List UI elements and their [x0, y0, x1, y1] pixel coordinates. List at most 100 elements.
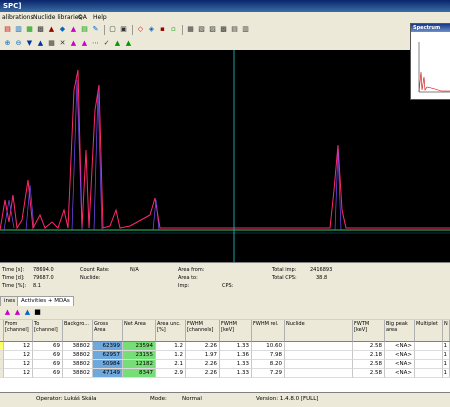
grid-e-icon[interactable]: ▤	[230, 25, 239, 34]
grid-icon[interactable]: ▦	[47, 39, 56, 48]
cell-big-peak-area[interactable]: <NA>	[385, 351, 415, 360]
col-header-nuclide[interactable]: Nuclide	[285, 320, 353, 342]
lin-icon[interactable]: ⋯	[91, 39, 100, 48]
cell-fwhm-channels[interactable]: 2.26	[186, 360, 220, 369]
spectrum-overview-window[interactable]: Spectrum	[410, 23, 450, 100]
cell-fwhm-kev[interactable]: 1.36	[220, 351, 252, 360]
table-icon[interactable]: ▤	[80, 25, 89, 34]
cell-nuclide[interactable]	[285, 369, 353, 378]
cell-from[interactable]: 12	[4, 342, 33, 351]
cell-from[interactable]: 12	[4, 369, 33, 378]
cell-big-peak-area[interactable]: <NA>	[385, 360, 415, 369]
cell-area-unc[interactable]: 2.9	[156, 369, 186, 378]
cell-fwhm-kev[interactable]: 1.33	[220, 369, 252, 378]
menu-help[interactable]: Help	[93, 14, 107, 21]
print-icon[interactable]: ▦	[25, 25, 34, 34]
cell-fwhm-rel[interactable]: 7.29	[252, 369, 285, 378]
grid-d-icon[interactable]: ▩	[219, 25, 228, 34]
grid-a-icon[interactable]: ▦	[186, 25, 195, 34]
grid-f-icon[interactable]: ▥	[241, 25, 250, 34]
fit-icon[interactable]: ✕	[58, 39, 67, 48]
paste-icon[interactable]: ▣	[119, 25, 128, 34]
cell-net-area[interactable]: 12182	[123, 360, 156, 369]
cell-n[interactable]: 1	[443, 342, 450, 351]
cell-multiplet[interactable]	[415, 342, 443, 351]
peak-remove-icon[interactable]: ▲	[13, 308, 22, 317]
cell-fwhm-channels[interactable]: 2.26	[186, 369, 220, 378]
peak-add-icon[interactable]: ▲	[3, 308, 12, 317]
cell-fwhm-rel[interactable]: 8.20	[252, 360, 285, 369]
cell-background[interactable]: 38802	[63, 369, 93, 378]
cell-area-unc[interactable]: 1.2	[156, 351, 186, 360]
copy-icon[interactable]: ▢	[108, 25, 117, 34]
cell-area-unc[interactable]: 2.1	[156, 360, 186, 369]
spectrum-plot[interactable]	[0, 50, 450, 262]
cell-gross-area[interactable]: 62399	[93, 342, 123, 351]
col-header-multiplet[interactable]: Multiplet	[415, 320, 443, 342]
cell-gross-area[interactable]: 62957	[93, 351, 123, 360]
cell-from[interactable]: 12	[4, 351, 33, 360]
arrow-down-icon[interactable]: ▼	[25, 39, 34, 48]
menu-qa[interactable]: QA	[78, 14, 87, 21]
cell-fwhm-channels[interactable]: 2.26	[186, 342, 220, 351]
col-header-net-area[interactable]: Net Area	[123, 320, 156, 342]
col-header-gross-area[interactable]: Gross Area	[93, 320, 123, 342]
cell-to[interactable]: 69	[33, 351, 63, 360]
cell-to[interactable]: 69	[33, 342, 63, 351]
cell-fwhm-kev[interactable]: 1.33	[220, 360, 252, 369]
cell-background[interactable]: 38802	[63, 360, 93, 369]
cell-net-area[interactable]: 8347	[123, 369, 156, 378]
open-icon[interactable]: ▤	[3, 25, 12, 34]
grid-c-icon[interactable]: ▨	[208, 25, 217, 34]
menu-calibrations[interactable]: alibrations	[2, 14, 34, 21]
cell-multiplet[interactable]	[415, 360, 443, 369]
cell-nuclide[interactable]	[285, 351, 353, 360]
cell-to[interactable]: 69	[33, 369, 63, 378]
cell-big-peak-area[interactable]: <NA>	[385, 369, 415, 378]
col-header-background[interactable]: Backgro...	[63, 320, 93, 342]
cell-multiplet[interactable]	[415, 369, 443, 378]
log-icon[interactable]: ▲	[80, 39, 89, 48]
col-header-fwhm-channels[interactable]: FWHM [channels]	[186, 320, 220, 342]
save-icon[interactable]: ▥	[14, 25, 23, 34]
cell-fwhm-rel[interactable]: 7.98	[252, 351, 285, 360]
peak-icon[interactable]: ✎	[91, 25, 100, 34]
menu-nuclide-libraries[interactable]: Nuclide libraries	[33, 14, 82, 21]
zoom-in-icon[interactable]: ⊕	[3, 39, 12, 48]
cell-fwhm-rel[interactable]: 10.60	[252, 342, 285, 351]
col-header-big-peak-area[interactable]: Big peak area	[385, 320, 415, 342]
cell-background[interactable]: 38802	[63, 342, 93, 351]
area-icon[interactable]: ✓	[102, 39, 111, 48]
peak-export-icon[interactable]: ■	[33, 308, 42, 317]
spectrum-icon[interactable]: ▩	[36, 25, 45, 34]
cell-n[interactable]: 1	[443, 360, 450, 369]
cell-nuclide[interactable]	[285, 360, 353, 369]
tab-activities-mdas[interactable]: Activities + MDAs	[17, 296, 74, 306]
info-icon[interactable]: ▫	[169, 25, 178, 34]
cell-gross-area[interactable]: 47149	[93, 369, 123, 378]
col-header-n[interactable]: N	[443, 320, 450, 342]
cell-fwtm-kev[interactable]: 2.18	[353, 351, 385, 360]
cell-n[interactable]: 1	[443, 351, 450, 360]
chart-icon[interactable]: ▲	[47, 25, 56, 34]
col-header-area-unc[interactable]: Area unc. [%]	[156, 320, 186, 342]
cell-n[interactable]: 1	[443, 369, 450, 378]
col-header-fwhm-rel[interactable]: FWHM rel.	[252, 320, 285, 342]
cell-nuclide[interactable]	[285, 342, 353, 351]
arrow-up-icon[interactable]: ▲	[36, 39, 45, 48]
export-icon[interactable]: ◇	[136, 25, 145, 34]
cell-net-area[interactable]: 23594	[123, 342, 156, 351]
cell-background[interactable]: 38802	[63, 351, 93, 360]
cell-fwtm-kev[interactable]: 2.58	[353, 342, 385, 351]
settings-icon[interactable]: ▪	[158, 25, 167, 34]
peak-fit-icon[interactable]: ▲	[23, 308, 32, 317]
import-icon[interactable]: ◈	[147, 25, 156, 34]
graph-a-icon[interactable]: ▲	[113, 39, 122, 48]
col-header-fwhm-kev[interactable]: FWHM [keV]	[220, 320, 252, 342]
cell-area-unc[interactable]: 1.2	[156, 342, 186, 351]
cell-from[interactable]: 12	[4, 360, 33, 369]
col-header-fwtm-kev[interactable]: FWTM [keV]	[353, 320, 385, 342]
zoom-out-icon[interactable]: ⊖	[14, 39, 23, 48]
cell-to[interactable]: 69	[33, 360, 63, 369]
graph-b-icon[interactable]: ▲	[124, 39, 133, 48]
